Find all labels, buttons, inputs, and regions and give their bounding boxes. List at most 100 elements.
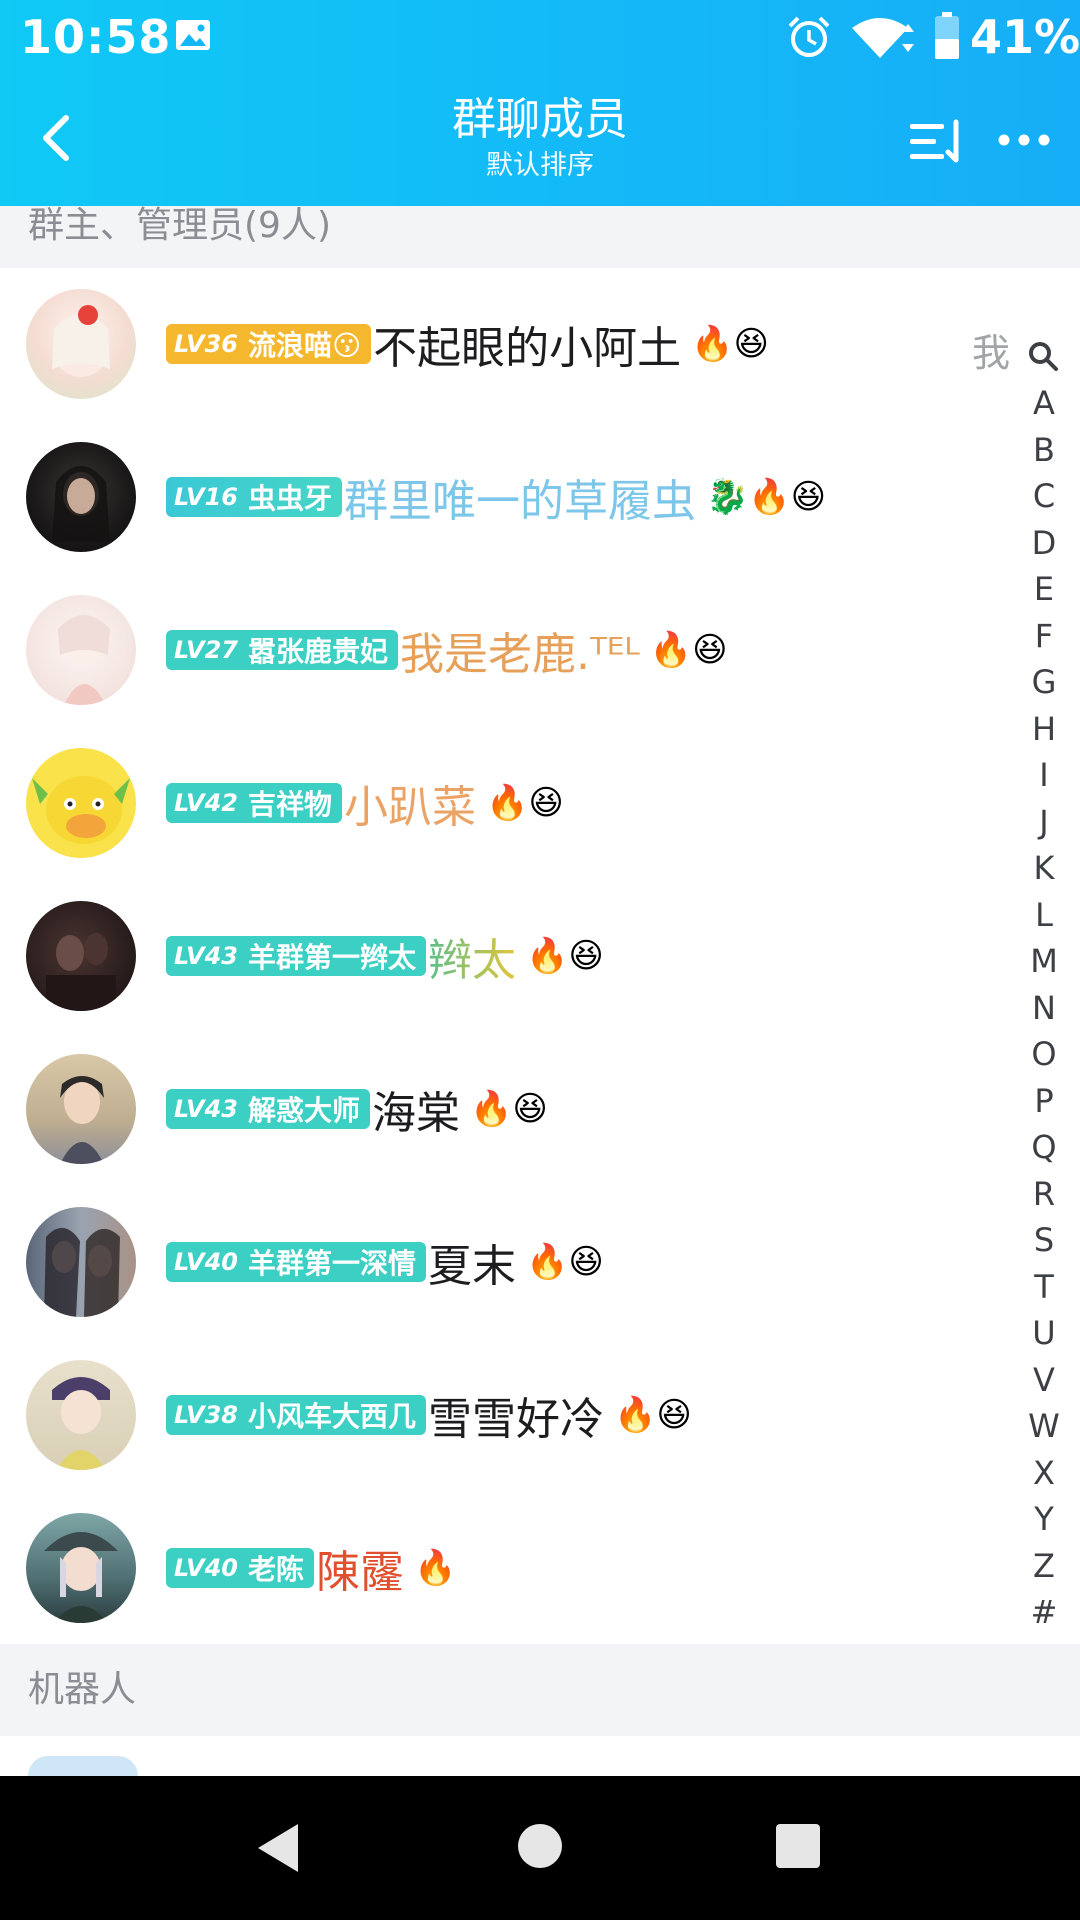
member-name: 夏末	[427, 1241, 516, 1292]
level-badge: LV16 虫虫牙	[166, 477, 342, 517]
member-row[interactable]: LV40 羊群第一深情 夏末 🔥😆	[0, 1186, 1080, 1339]
section-header-admins: 群主、管理员(9人)	[0, 206, 1080, 268]
status-time: 10:58	[20, 10, 172, 64]
index-letter[interactable]: Z	[1022, 1547, 1066, 1585]
avatar[interactable]	[26, 1360, 136, 1470]
avatar[interactable]	[26, 1513, 136, 1623]
index-letter[interactable]: J	[1022, 803, 1066, 841]
member-info: LV40 羊群第一深情 夏末 🔥😆	[166, 1230, 604, 1294]
member-row[interactable]: LV42 吉祥物 小趴菜 🔥😆	[0, 727, 1080, 880]
sort-icon[interactable]	[906, 118, 970, 166]
title-group: 群聊成员 默认排序	[300, 92, 780, 184]
index-letter[interactable]: L	[1022, 896, 1066, 934]
member-name: 海棠	[371, 1088, 460, 1139]
alarm-icon	[788, 16, 830, 57]
member-info: LV40 老陈 陳霳 🔥	[166, 1536, 456, 1600]
member-status-icons: 🔥	[413, 1548, 457, 1588]
me-label: 我	[971, 331, 1010, 375]
index-letter[interactable]: B	[1022, 431, 1066, 469]
level-badge: LV27 嚣张鹿贵妃	[166, 630, 398, 670]
member-info: LV36 流浪喵😗 不起眼的小阿土 🔥😆	[166, 312, 769, 376]
page-title: 群聊成员	[452, 94, 628, 145]
index-letter[interactable]: R	[1022, 1175, 1066, 1213]
member-row[interactable]: LV43 解惑大师 海棠 🔥😆	[0, 1033, 1080, 1186]
index-letter[interactable]: N	[1022, 989, 1066, 1027]
search-icon[interactable]	[1027, 340, 1059, 372]
battery-percent: 41%	[970, 10, 1080, 64]
index-letter[interactable]: G	[1022, 663, 1066, 701]
level-badge: LV36 流浪喵😗	[166, 324, 372, 364]
more-icon[interactable]	[996, 130, 1052, 150]
avatar[interactable]	[26, 1207, 136, 1317]
level-number: LV40	[174, 1554, 238, 1582]
member-title: 吉祥物	[247, 788, 332, 821]
member-row[interactable]: LV36 流浪喵😗 不起眼的小阿土 🔥😆 我	[0, 268, 1080, 421]
member-info: LV27 嚣张鹿贵妃 我是老鹿.ᵀᴱᴸ 🔥😆	[166, 618, 728, 682]
member-info: LV16 虫虫牙 群里唯一的草履虫 🐉🔥😆	[166, 465, 826, 529]
level-number: LV42	[174, 789, 238, 817]
nav-back-icon[interactable]	[254, 1822, 302, 1874]
member-title: 小风车大西几	[247, 1400, 416, 1433]
wifi-icon	[852, 18, 914, 58]
member-row[interactable]: LV27 嚣张鹿贵妃 我是老鹿.ᵀᴱᴸ 🔥😆	[0, 574, 1080, 727]
nav-home-icon[interactable]	[518, 1824, 562, 1868]
level-badge: LV43 解惑大师	[166, 1089, 370, 1129]
section-header-robots: 机器人	[0, 1644, 1080, 1736]
index-letter[interactable]: I	[1022, 756, 1066, 794]
member-name: 小趴菜	[343, 782, 476, 833]
index-letter[interactable]: U	[1022, 1314, 1066, 1352]
index-letter[interactable]: C	[1022, 477, 1066, 515]
index-letter[interactable]: K	[1022, 849, 1066, 887]
index-letter[interactable]: H	[1022, 710, 1066, 748]
level-badge: LV42 吉祥物	[166, 783, 342, 823]
index-letter[interactable]: T	[1022, 1268, 1066, 1306]
index-letter[interactable]: W	[1022, 1407, 1066, 1445]
member-status-icons: 🔥😆	[613, 1395, 692, 1435]
member-title: 流浪喵😗	[247, 329, 362, 362]
member-row[interactable]: LV43 羊群第一辫太 辫太 🔥😆	[0, 880, 1080, 1033]
level-badge: LV38 小风车大西几	[166, 1395, 426, 1435]
level-number: LV38	[174, 1401, 238, 1429]
index-letter[interactable]: S	[1022, 1221, 1066, 1259]
avatar[interactable]	[26, 901, 136, 1011]
member-row[interactable]: LV38 小风车大西几 雪雪好冷 🔥😆	[0, 1339, 1080, 1492]
index-letter[interactable]: M	[1022, 942, 1066, 980]
member-row[interactable]: LV40 老陈 陳霳 🔥	[0, 1492, 1080, 1645]
member-info: LV42 吉祥物 小趴菜 🔥😆	[166, 771, 564, 835]
avatar[interactable]	[26, 289, 136, 399]
level-number: LV36	[174, 330, 238, 358]
index-letter[interactable]: Y	[1022, 1500, 1066, 1538]
avatar[interactable]	[26, 442, 136, 552]
index-letter[interactable]: D	[1022, 524, 1066, 562]
index-letter[interactable]: V	[1022, 1361, 1066, 1399]
index-letter[interactable]: E	[1022, 570, 1066, 608]
system-nav-bar	[0, 1776, 1080, 1920]
index-letter[interactable]: O	[1022, 1035, 1066, 1073]
sort-mode-label[interactable]: 默认排序	[300, 148, 780, 184]
member-title: 解惑大师	[247, 1094, 360, 1127]
level-number: LV43	[174, 942, 238, 970]
avatar[interactable]	[26, 595, 136, 705]
member-title: 虫虫牙	[247, 482, 332, 515]
index-letter[interactable]: P	[1022, 1082, 1066, 1120]
member-status-icons: 🔥😆	[649, 630, 728, 670]
member-row[interactable]: LV16 虫虫牙 群里唯一的草履虫 🐉🔥😆	[0, 421, 1080, 574]
index-letter[interactable]: X	[1022, 1454, 1066, 1492]
index-letter[interactable]: F	[1022, 617, 1066, 655]
avatar[interactable]	[26, 1054, 136, 1164]
index-letter[interactable]: Q	[1022, 1128, 1066, 1166]
member-name: 我是老鹿.ᵀᴱᴸ	[399, 629, 640, 680]
index-letter[interactable]: A	[1022, 384, 1066, 422]
title-bar: 10:58 41% 群聊成员 默认排序	[0, 0, 1080, 206]
status-bar: 10:58 41%	[0, 0, 1080, 76]
member-title: 老陈	[247, 1553, 304, 1586]
avatar[interactable]	[26, 748, 136, 858]
level-badge: LV40 羊群第一深情	[166, 1242, 426, 1282]
index-letter[interactable]: #	[1022, 1593, 1066, 1631]
member-status-icons: 🔥😆	[525, 936, 604, 976]
member-info: LV43 羊群第一辫太 辫太 🔥😆	[166, 924, 604, 988]
nav-recents-icon[interactable]	[776, 1824, 820, 1868]
member-info: LV43 解惑大师 海棠 🔥😆	[166, 1077, 548, 1141]
back-icon[interactable]	[30, 108, 80, 168]
robot-avatar[interactable]	[28, 1756, 138, 1776]
